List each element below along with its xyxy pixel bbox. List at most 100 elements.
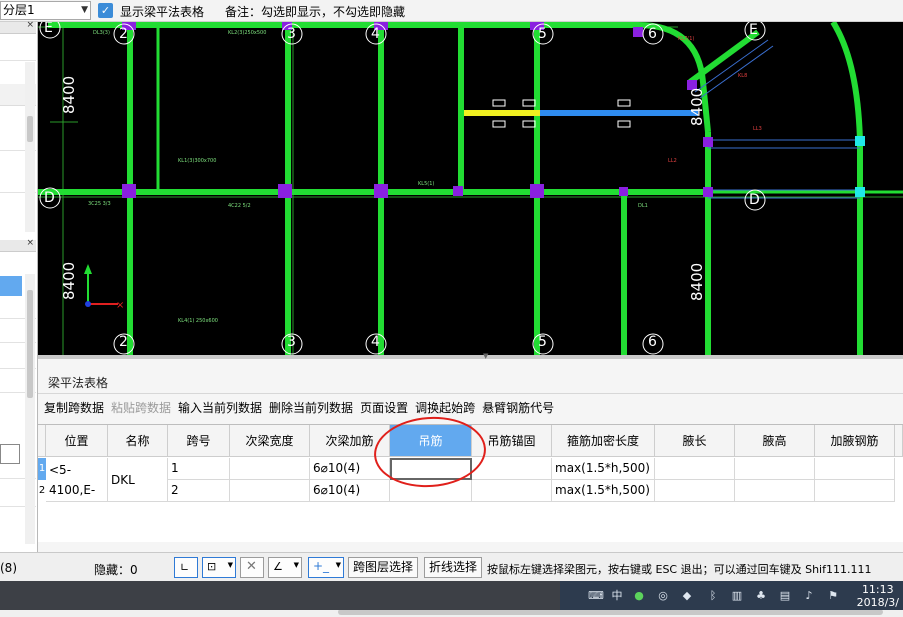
- dimension-label: 8400: [60, 75, 78, 114]
- offset-icon: +_: [313, 559, 330, 573]
- axis-letter: E: [44, 22, 53, 36]
- column-header[interactable]: 腋长: [655, 425, 735, 457]
- stirrup-length-cell[interactable]: max(1.5*h,500): [552, 458, 655, 480]
- column-header[interactable]: 加腋钢筋: [815, 425, 895, 457]
- secondary-rebar-cell[interactable]: 6⌀10(4): [310, 480, 390, 502]
- name-cell[interactable]: DKL: [108, 458, 168, 502]
- ortho-icon: ∟: [180, 561, 190, 574]
- copy-span-button[interactable]: 复制跨数据: [44, 399, 111, 417]
- svg-text:4C22 5/2: 4C22 5/2: [228, 203, 251, 209]
- secondary-width-cell[interactable]: [230, 480, 310, 502]
- column-header[interactable]: 跨号: [168, 425, 230, 457]
- shield-icon[interactable]: ◆: [680, 590, 694, 602]
- secondary-beams: [156, 25, 903, 194]
- wechat-icon[interactable]: ●: [632, 590, 646, 602]
- cantilever-code-button[interactable]: 悬臂钢筋代号: [482, 399, 561, 417]
- secondary-rebar-cell[interactable]: 6⌀10(4): [310, 458, 390, 480]
- axis-number: 2: [119, 26, 128, 42]
- stirrup-length-cell[interactable]: max(1.5*h,500): [552, 480, 655, 502]
- left-panel-header: ×: [0, 20, 36, 34]
- hanger-rebar-input[interactable]: [390, 458, 472, 480]
- scrollbar-thumb[interactable]: [27, 290, 33, 398]
- list-divider: [0, 60, 36, 61]
- ortho-mode-button[interactable]: ∟: [174, 557, 198, 578]
- offset-button[interactable]: +_ ▼: [308, 557, 344, 578]
- hidden-count: 隐藏：0: [94, 563, 138, 577]
- clock[interactable]: 11:13 2018/3/: [857, 583, 899, 609]
- chevron-down-icon: ▼: [335, 561, 341, 569]
- floor-select-value: 分层1: [3, 3, 35, 17]
- cross-button[interactable]: ✕: [240, 557, 264, 578]
- cross-layer-select-button[interactable]: 跨图层选择: [348, 557, 419, 578]
- corner-cell: [38, 425, 46, 457]
- paste-span-button[interactable]: 粘贴跨数据: [111, 399, 178, 417]
- haunch-height-cell[interactable]: [735, 458, 815, 480]
- chevron-down-icon: ▼: [227, 561, 233, 569]
- secondary-width-cell[interactable]: [230, 458, 310, 480]
- qq-icon[interactable]: ♣: [754, 590, 768, 602]
- bluetooth-icon[interactable]: ᛒ: [706, 590, 720, 602]
- angle-button[interactable]: ∠ ▼: [268, 557, 302, 578]
- svg-text:KL4(1) 250x600: KL4(1) 250x600: [178, 318, 218, 324]
- panel-title: 梁平法表格: [48, 376, 109, 390]
- hanger-anchor-cell[interactable]: [472, 480, 552, 502]
- axis-letter: D: [749, 192, 760, 208]
- column-header[interactable]: 名称: [108, 425, 168, 457]
- hanger-anchor-cell[interactable]: [472, 458, 552, 480]
- drawing-canvas[interactable]: DL3(3) KL2(3)250x500 KL1(3)300x700 4C22 …: [38, 22, 903, 355]
- column-header-active[interactable]: 吊筋: [390, 425, 472, 457]
- svg-text:LL2: LL2: [668, 158, 677, 164]
- floor-select[interactable]: 分层1 ▼: [0, 1, 91, 20]
- haunch-length-cell[interactable]: [655, 458, 735, 480]
- close-icon[interactable]: ×: [26, 20, 34, 30]
- axis-letter: D: [44, 190, 55, 206]
- input-column-button[interactable]: 输入当前列数据: [178, 399, 269, 417]
- column-header[interactable]: 次梁加筋: [310, 425, 390, 457]
- keyboard-icon[interactable]: ⌨: [588, 590, 604, 602]
- haunch-height-cell[interactable]: [735, 480, 815, 502]
- close-icon[interactable]: ×: [26, 238, 34, 248]
- polyline-select-button[interactable]: 折线选择: [424, 557, 483, 578]
- row-number[interactable]: 2: [38, 480, 46, 502]
- delete-column-button[interactable]: 删除当前列数据: [269, 399, 360, 417]
- column-header[interactable]: 腋高: [735, 425, 815, 457]
- status-hint: 按鼠标左键选择梁图元，按右键或 ESC 退出；可以通过回车键及 Shif111.…: [487, 563, 872, 576]
- app-icon[interactable]: ◎: [656, 590, 670, 602]
- haunch-rebar-cell[interactable]: [815, 458, 895, 480]
- column-header[interactable]: 次梁宽度: [230, 425, 310, 457]
- scrollbar[interactable]: [25, 274, 35, 544]
- column-header[interactable]: 箍筋加密长度: [552, 425, 655, 457]
- axis-number: 5: [538, 334, 547, 350]
- clock-date: 2018/3/: [856, 596, 899, 609]
- snap-mode-button[interactable]: ⊡ ▼: [202, 557, 236, 578]
- swap-start-span-button[interactable]: 调换起始跨: [415, 399, 482, 417]
- span-cell[interactable]: 2: [168, 480, 230, 502]
- page-setup-button[interactable]: 页面设置: [360, 399, 415, 417]
- position-cell[interactable]: <5-4100,E-4197;...: [46, 458, 108, 502]
- floor-plan-drawing: DL3(3) KL2(3)250x500 KL1(3)300x700 4C22 …: [38, 22, 903, 355]
- span-cell[interactable]: 1: [168, 458, 230, 480]
- haunch-length-cell[interactable]: [655, 480, 735, 502]
- scrollbar[interactable]: [25, 62, 35, 232]
- svg-text:×: ×: [116, 300, 124, 311]
- show-table-checkbox[interactable]: ✓: [98, 3, 113, 18]
- beam-annotations: DL3(3) KL2(3)250x500 KL1(3)300x700 4C22 …: [88, 30, 648, 324]
- column-header[interactable]: 位置: [46, 425, 108, 457]
- selected-list-item[interactable]: [0, 276, 22, 296]
- svg-text:KL2(3)250x500: KL2(3)250x500: [228, 30, 266, 36]
- input-box[interactable]: [0, 444, 20, 464]
- chevron-down-icon: ▼: [293, 561, 299, 569]
- volume-icon[interactable]: ♪: [802, 590, 816, 602]
- column-header[interactable]: 吊筋锚固: [472, 425, 552, 457]
- network-status-icon[interactable]: ▤: [778, 590, 792, 602]
- dimension-label: 8400: [688, 87, 706, 126]
- axis-number: 5: [538, 26, 547, 42]
- scrollbar-thumb[interactable]: [27, 116, 33, 142]
- flag-icon[interactable]: ⚑: [826, 590, 840, 602]
- network-icon[interactable]: ▥: [730, 590, 744, 602]
- svg-text:KL8: KL8: [738, 73, 747, 79]
- input-method-icon[interactable]: 中: [610, 590, 624, 602]
- haunch-rebar-cell[interactable]: [815, 480, 895, 502]
- row-number[interactable]: 1: [38, 458, 46, 480]
- hanger-rebar-cell[interactable]: [390, 480, 472, 502]
